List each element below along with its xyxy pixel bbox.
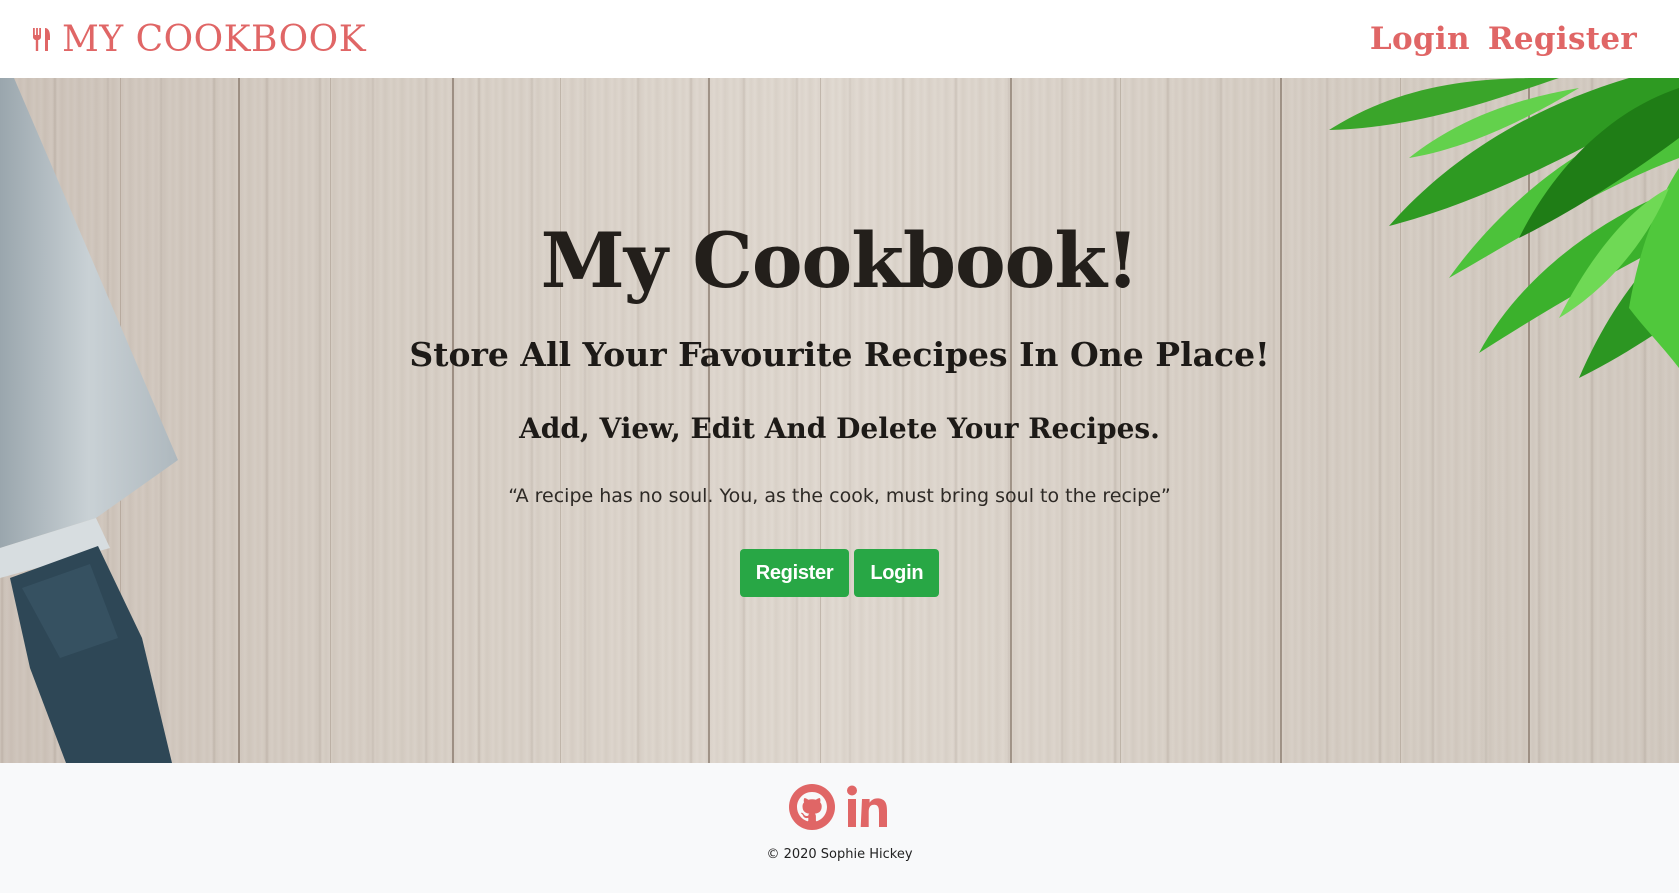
brand-link[interactable]: MY COOKBOOK <box>32 19 366 60</box>
nav-login-link[interactable]: Login <box>1370 21 1470 57</box>
footer: © 2020 Sophie Hickey <box>0 763 1679 893</box>
social-links <box>788 783 892 835</box>
hero-content: My Cookbook! Store All Your Favourite Re… <box>0 78 1679 763</box>
utensils-icon <box>33 28 50 51</box>
nav-links: Login Register <box>1370 21 1637 57</box>
navbar: MY COOKBOOK Login Register <box>0 0 1679 78</box>
hero-quote: “A recipe has no soul. You, as the cook,… <box>508 485 1171 507</box>
hero-title: My Cookbook! <box>540 216 1140 305</box>
nav-register-link[interactable]: Register <box>1488 21 1637 57</box>
register-button[interactable]: Register <box>739 549 850 597</box>
hero-subtitle: Store All Your Favourite Recipes In One … <box>409 335 1270 374</box>
login-button[interactable]: Login <box>854 549 940 597</box>
copyright-text: © 2020 Sophie Hickey <box>766 847 913 862</box>
hero-section: My Cookbook! Store All Your Favourite Re… <box>0 78 1679 763</box>
github-icon[interactable] <box>788 783 836 835</box>
hero-buttons: Register Login <box>739 549 940 597</box>
hero-subtitle-secondary: Add, View, Edit And Delete Your Recipes. <box>519 412 1160 445</box>
brand-text: MY COOKBOOK <box>62 18 367 60</box>
linkedin-icon[interactable] <box>846 785 892 833</box>
